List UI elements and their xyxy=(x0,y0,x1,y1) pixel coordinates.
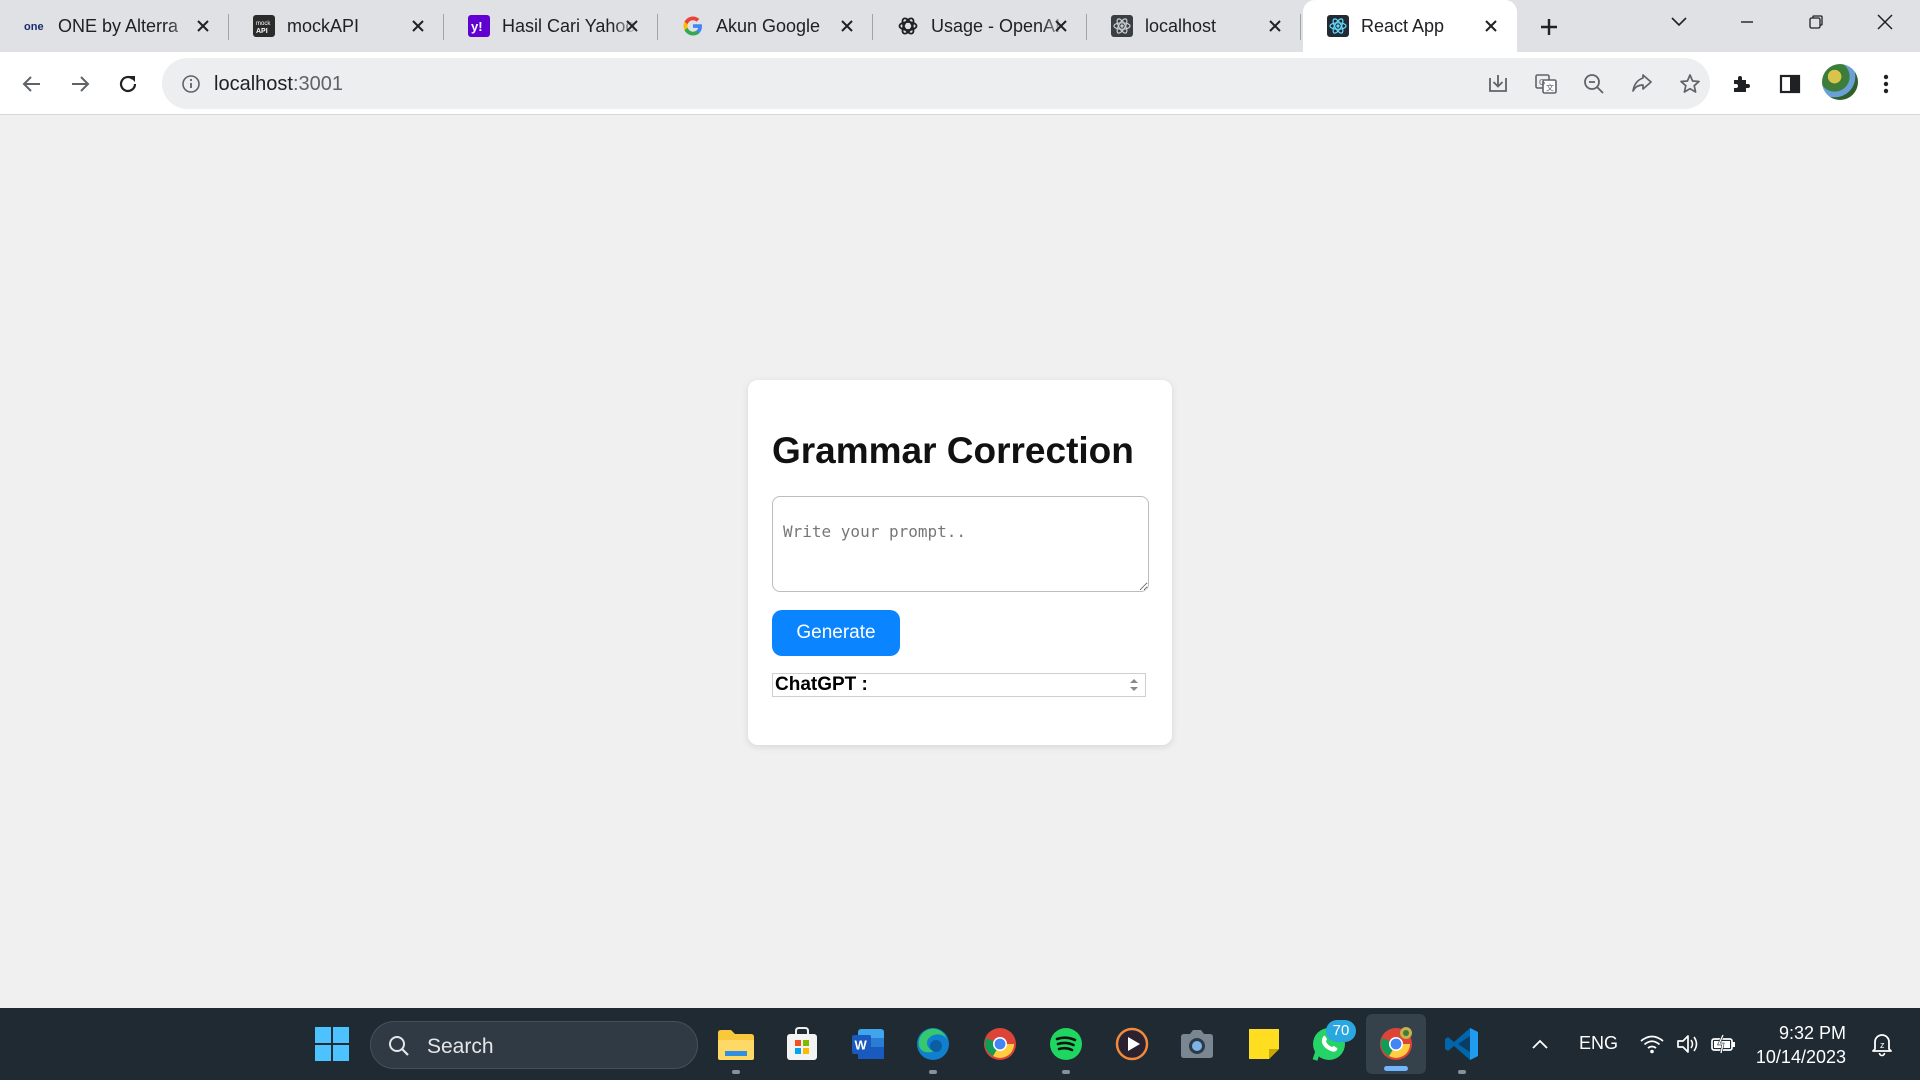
system-clock[interactable]: 9:32 PM 10/14/2023 xyxy=(1756,1021,1846,1069)
notification-badge: 70 xyxy=(1326,1020,1356,1042)
microsoft-store-icon[interactable] xyxy=(782,1024,822,1064)
active-app-indicator xyxy=(1384,1066,1408,1071)
tab-mockapi[interactable]: mock API mockAPI xyxy=(229,0,444,52)
tab-title: mockAPI xyxy=(287,15,360,36)
yahoo-icon: y! xyxy=(468,15,490,37)
word-icon[interactable]: W xyxy=(848,1024,888,1064)
tab-search-button[interactable] xyxy=(1656,0,1702,44)
google-icon xyxy=(682,15,704,37)
svg-text:mock: mock xyxy=(256,21,271,27)
camera-icon[interactable] xyxy=(1177,1024,1217,1064)
page-title: Grammar Correction xyxy=(772,430,1134,471)
install-app-icon[interactable] xyxy=(1480,66,1516,102)
chrome-canary-icon[interactable] xyxy=(1376,1024,1416,1064)
tab-react-app[interactable]: React App xyxy=(1303,0,1517,52)
spinner-arrows-icon[interactable] xyxy=(1127,676,1141,694)
wifi-icon[interactable] xyxy=(1632,1024,1672,1064)
svg-text:W: W xyxy=(855,1038,868,1053)
share-icon[interactable] xyxy=(1624,66,1660,102)
close-window-button[interactable] xyxy=(1862,0,1908,44)
forward-button[interactable] xyxy=(62,66,98,102)
bookmark-star-icon[interactable] xyxy=(1672,66,1708,102)
svg-text:z: z xyxy=(1880,1040,1885,1050)
running-indicator xyxy=(929,1070,937,1074)
close-icon[interactable] xyxy=(406,14,430,38)
back-button[interactable] xyxy=(14,66,50,102)
search-icon xyxy=(387,1034,411,1063)
tab-strip: one ONE by Alterra mock API mockAPI y! Ha… xyxy=(0,0,1920,52)
clock-time: 9:32 PM xyxy=(1778,1023,1846,1043)
tab-separator xyxy=(1300,14,1301,40)
close-icon[interactable] xyxy=(1263,14,1287,38)
translate-icon[interactable]: G文 xyxy=(1528,66,1564,102)
generate-button[interactable]: Generate xyxy=(772,610,900,656)
chatgpt-result-field[interactable]: ChatGPT : xyxy=(772,673,1146,697)
prompt-input[interactable] xyxy=(772,496,1149,592)
tab-one-by-alterra[interactable]: one ONE by Alterra xyxy=(0,0,229,52)
svg-text:y!: y! xyxy=(471,19,483,34)
close-icon[interactable] xyxy=(191,14,215,38)
clock-date: 10/14/2023 xyxy=(1755,1047,1846,1067)
mockapi-icon: mock API xyxy=(253,15,275,37)
zoom-out-icon[interactable] xyxy=(1576,66,1612,102)
windows-taskbar: Search W 70 ENG 9:32 PM 10/14/2023 z xyxy=(0,1008,1920,1080)
react-icon xyxy=(1327,15,1349,37)
taskbar-search[interactable]: Search xyxy=(370,1021,698,1069)
media-player-icon[interactable] xyxy=(1112,1024,1152,1064)
url-host: localhost xyxy=(214,73,293,95)
file-explorer-icon[interactable] xyxy=(716,1024,756,1064)
close-icon[interactable] xyxy=(620,14,644,38)
info-icon[interactable] xyxy=(178,71,204,97)
extensions-puzzle-icon[interactable] xyxy=(1724,66,1760,102)
browser-toolbar: localhost:3001 G文 xyxy=(0,52,1920,115)
profile-avatar[interactable] xyxy=(1822,64,1858,100)
openai-icon xyxy=(897,15,919,37)
one-logo-icon: one xyxy=(24,15,46,37)
reload-button[interactable] xyxy=(110,66,146,102)
grammar-card: Grammar Correction Generate ChatGPT : xyxy=(748,380,1172,745)
search-label: Search xyxy=(427,1035,494,1058)
tab-yahoo[interactable]: y! Hasil Cari Yahoo xyxy=(444,0,658,52)
minimize-button[interactable] xyxy=(1724,0,1770,44)
address-bar[interactable]: localhost:3001 G文 xyxy=(162,58,1710,109)
running-indicator xyxy=(1062,1070,1070,1074)
notification-bell-icon[interactable]: z xyxy=(1862,1024,1902,1064)
svg-text:API: API xyxy=(256,28,268,35)
close-icon[interactable] xyxy=(1479,14,1503,38)
svg-text:one: one xyxy=(24,21,44,33)
tab-google-account[interactable]: Akun Google xyxy=(658,0,873,52)
windows-start-icon[interactable] xyxy=(312,1024,352,1064)
more-menu-icon[interactable] xyxy=(1868,66,1904,102)
result-label: ChatGPT : xyxy=(775,674,868,695)
react-icon xyxy=(1111,15,1133,37)
chevron-up-icon[interactable] xyxy=(1520,1024,1560,1064)
volume-icon[interactable] xyxy=(1668,1024,1708,1064)
close-icon[interactable] xyxy=(1049,14,1073,38)
new-tab-button[interactable] xyxy=(1532,10,1566,44)
vscode-icon[interactable] xyxy=(1442,1024,1482,1064)
battery-icon[interactable] xyxy=(1704,1024,1744,1064)
tab-localhost[interactable]: localhost xyxy=(1087,0,1301,52)
tab-title: Akun Google xyxy=(716,15,821,36)
close-icon[interactable] xyxy=(835,14,859,38)
spotify-icon[interactable] xyxy=(1046,1024,1086,1064)
svg-text:文: 文 xyxy=(1546,83,1554,93)
tab-openai-usage[interactable]: Usage - OpenAI xyxy=(873,0,1087,52)
chrome-icon[interactable] xyxy=(980,1024,1020,1064)
edge-icon[interactable] xyxy=(913,1024,953,1064)
running-indicator xyxy=(1458,1070,1466,1074)
svg-text:G: G xyxy=(1539,78,1545,87)
running-indicator xyxy=(732,1070,740,1074)
side-panel-icon[interactable] xyxy=(1772,66,1808,102)
tab-title: ONE by Alterra xyxy=(58,15,179,36)
language-indicator[interactable]: ENG xyxy=(1579,1033,1618,1054)
url-port: :3001 xyxy=(292,73,343,95)
page-viewport: Grammar Correction Generate ChatGPT : xyxy=(0,116,1920,1008)
sticky-notes-icon[interactable] xyxy=(1244,1024,1284,1064)
restore-button[interactable] xyxy=(1793,0,1839,44)
url-text: localhost:3001 xyxy=(214,73,343,96)
